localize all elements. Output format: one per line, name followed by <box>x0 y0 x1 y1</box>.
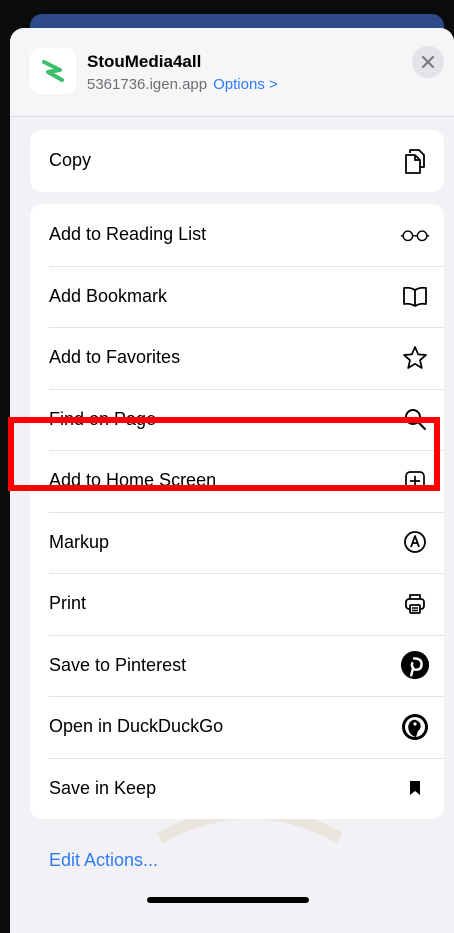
action-label: Save in Keep <box>49 777 157 798</box>
close-icon <box>421 55 435 69</box>
book-icon <box>400 281 430 311</box>
duckduckgo-icon <box>400 712 430 742</box>
action-label: Open in DuckDuckGo <box>49 716 224 737</box>
home-indicator <box>147 897 309 903</box>
action-label: Copy <box>49 150 92 171</box>
page-url: 5361736.igen.app <box>87 76 208 93</box>
action-open-in-duckduckgo[interactable]: Open in DuckDuckGo <box>30 696 444 758</box>
pinterest-icon <box>400 650 430 680</box>
markup-icon <box>400 527 430 557</box>
search-icon <box>400 404 430 434</box>
actions-card: Add to Reading List Add Bookmark Add to … <box>30 204 444 819</box>
action-label: Add to Favorites <box>49 347 181 368</box>
action-label: Add to Reading List <box>49 224 207 245</box>
action-label: Save to Pinterest <box>49 654 187 675</box>
action-save-in-keep[interactable]: Save in Keep <box>30 757 444 820</box>
options-link[interactable]: Options > <box>213 76 278 93</box>
action-label: Find on Page <box>49 408 157 429</box>
share-sheet-screen: StouMedia4all 5361736.igen.app Options > … <box>0 0 454 933</box>
share-sheet: StouMedia4all 5361736.igen.app Options > … <box>10 28 454 933</box>
bookmark-icon <box>400 773 430 803</box>
app-name: StouMedia4all <box>87 52 202 71</box>
close-button[interactable] <box>412 46 444 78</box>
copy-icon <box>400 146 430 176</box>
action-copy[interactable]: Copy <box>30 130 444 192</box>
action-find-on-page[interactable]: Find on Page <box>30 388 444 451</box>
action-print[interactable]: Print <box>30 573 444 635</box>
edit-actions-link[interactable]: Edit Actions... <box>49 850 158 871</box>
printer-icon <box>400 589 430 619</box>
action-save-to-pinterest[interactable]: Save to Pinterest <box>30 634 444 697</box>
action-add-to-home-screen[interactable]: Add to Home Screen <box>30 450 444 512</box>
action-markup[interactable]: Markup <box>30 511 444 574</box>
action-add-bookmark[interactable]: Add Bookmark <box>30 265 444 328</box>
action-label: Add to Home Screen <box>49 470 217 491</box>
copy-card: Copy <box>30 130 444 192</box>
app-logo <box>30 48 76 94</box>
share-sheet-header: StouMedia4all 5361736.igen.app Options > <box>10 28 454 116</box>
action-label: Print <box>49 593 87 614</box>
page-url-line: 5361736.igen.app Options > <box>87 76 278 93</box>
action-add-to-favorites[interactable]: Add to Favorites <box>30 327 444 389</box>
action-label: Markup <box>49 531 110 552</box>
plus-square-icon <box>400 466 430 496</box>
app-logo-icon <box>42 60 64 82</box>
star-icon <box>400 343 430 373</box>
action-add-to-reading-list[interactable]: Add to Reading List <box>30 204 444 266</box>
action-label: Add Bookmark <box>49 285 168 306</box>
glasses-icon <box>400 220 430 250</box>
header-divider <box>10 116 454 117</box>
